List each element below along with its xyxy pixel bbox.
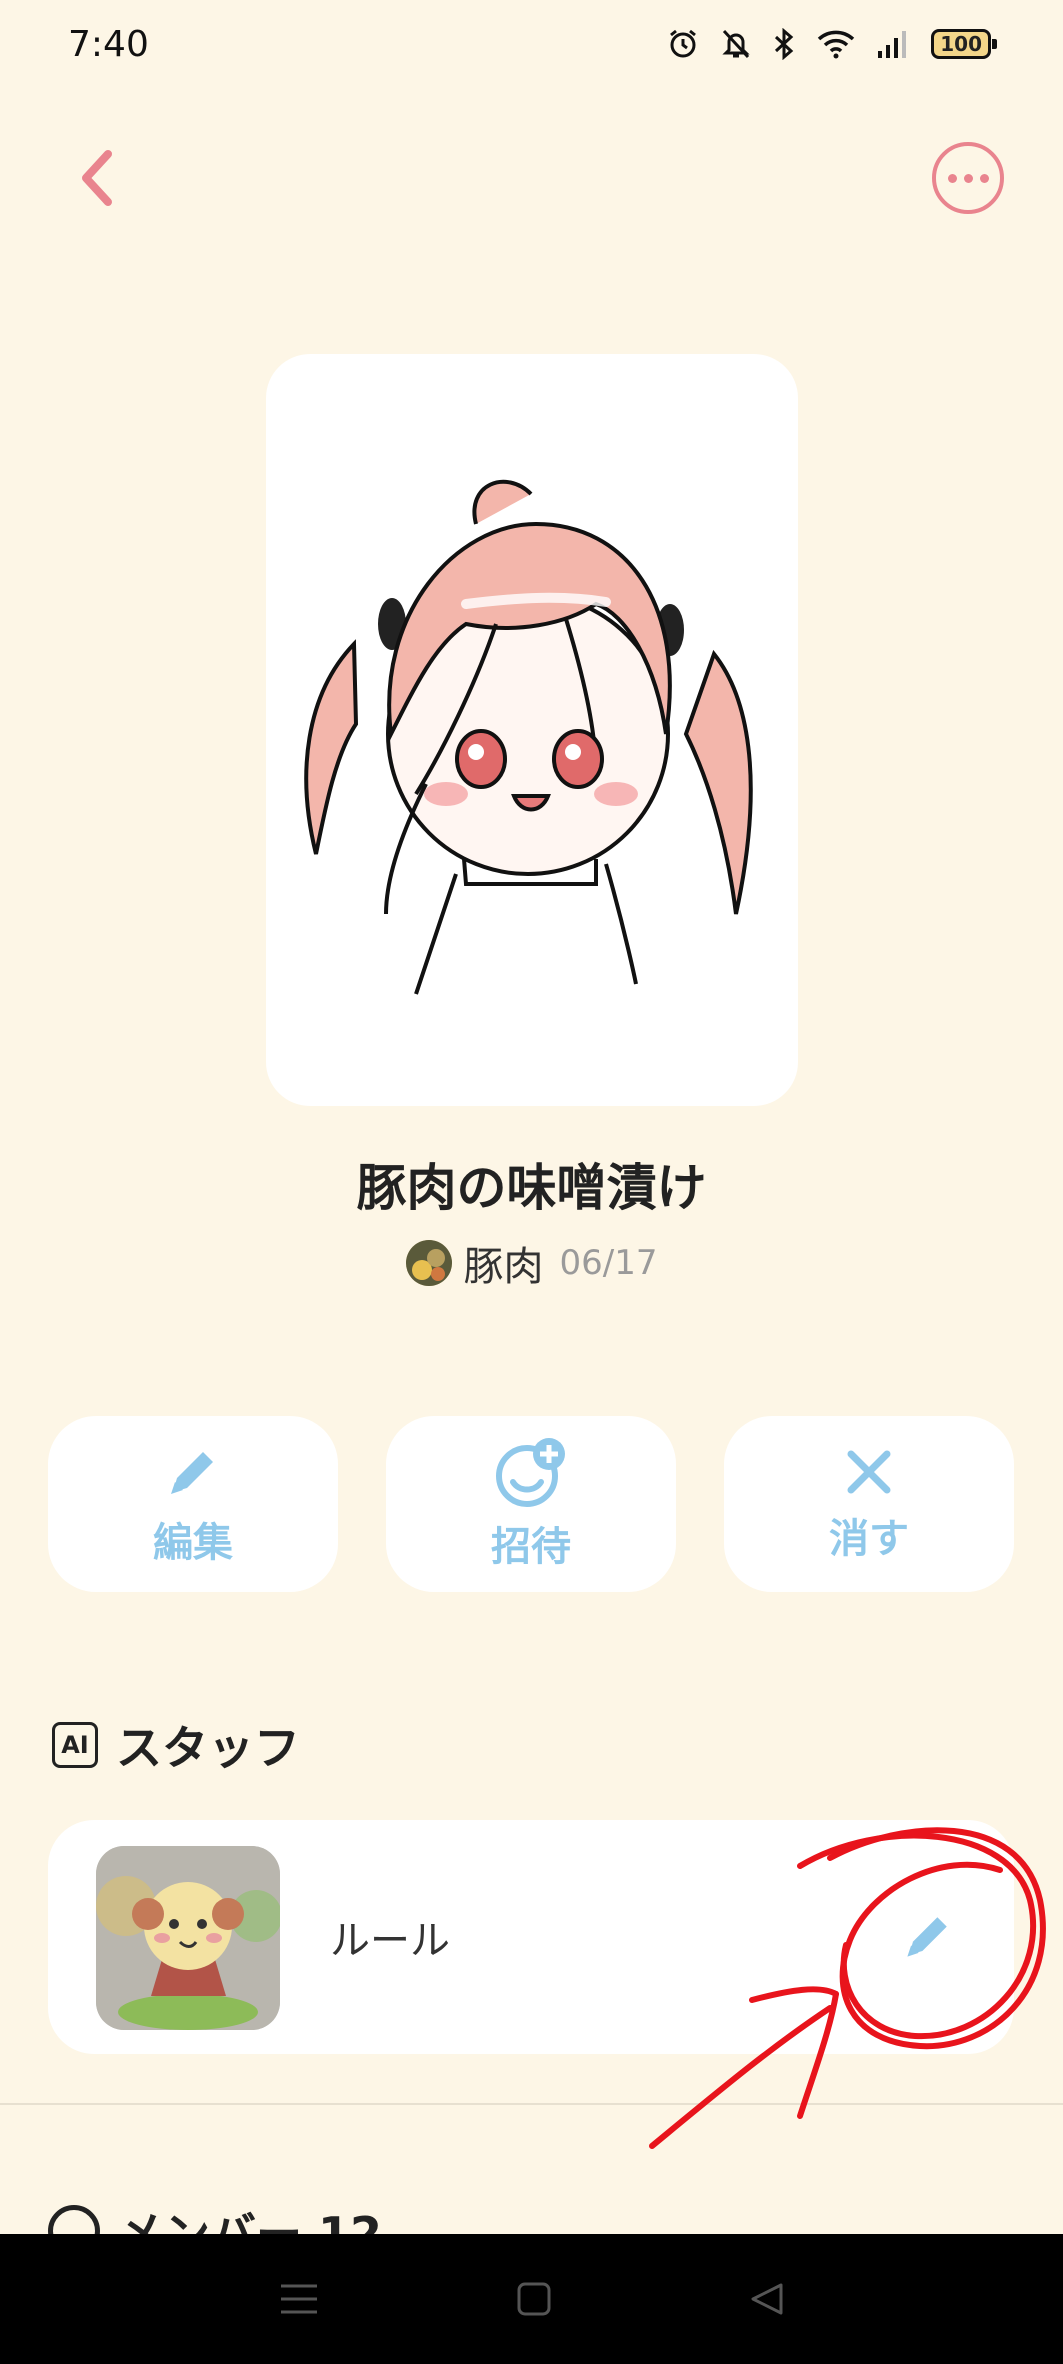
chibi-character-illustration: [304, 479, 753, 995]
pencil-icon: [171, 1452, 213, 1494]
wifi-icon: [818, 30, 855, 59]
chevron-left-icon: [82, 150, 112, 206]
figurine-photo: [96, 1846, 280, 2030]
staff-section-header: AI スタッフ: [52, 1712, 300, 1778]
edit-button[interactable]: 編集: [48, 1416, 338, 1592]
status-time: 7:40: [68, 24, 149, 65]
recipe-title: 豚肉の味噌漬け: [356, 1159, 707, 1217]
staff-name: ルール: [330, 1918, 450, 1964]
system-navigation-bar: [0, 2234, 1063, 2364]
delete-button[interactable]: 消す: [724, 1416, 1014, 1592]
home-icon[interactable]: [516, 2281, 552, 2317]
author-name[interactable]: 豚肉: [464, 1234, 544, 1292]
section-divider: [0, 2103, 1063, 2105]
edit-label: 編集: [153, 1520, 233, 1566]
pencil-icon: [907, 1917, 947, 1957]
battery-level: 100: [931, 29, 991, 59]
bell-off-icon: [722, 29, 750, 59]
author-avatar[interactable]: [405, 1240, 452, 1286]
signal-icon: [878, 31, 907, 58]
recipe-date: 06/17: [559, 1243, 658, 1283]
status-bar: 7:40 100: [0, 0, 1063, 96]
staff-thumbnail: [96, 1846, 280, 2030]
ai-badge-icon: AI: [52, 1722, 98, 1768]
back-nav-icon[interactable]: [749, 2281, 785, 2317]
smile-plus-icon: [496, 1438, 565, 1507]
close-icon: [847, 1450, 891, 1494]
menu-icon[interactable]: [279, 2282, 319, 2316]
bluetooth-icon: [775, 28, 794, 60]
status-icons: 100: [667, 28, 997, 60]
recipe-cover-image[interactable]: [266, 354, 798, 1106]
invite-label: 招待: [491, 1524, 571, 1570]
staff-card[interactable]: ルール: [48, 1820, 1014, 2054]
staff-section-title: スタッフ: [116, 1721, 300, 1775]
alarm-icon: [670, 29, 697, 58]
delete-label: 消す: [829, 1516, 909, 1562]
battery-icon: 100: [931, 29, 997, 59]
more-horizontal-icon: [947, 173, 957, 183]
more-button[interactable]: [932, 142, 1004, 214]
invite-button[interactable]: 招待: [386, 1416, 676, 1592]
back-button[interactable]: [66, 140, 126, 216]
recipe-meta: 豚肉 06/17: [0, 1234, 1063, 1292]
staff-edit-button[interactable]: [888, 1896, 968, 1976]
